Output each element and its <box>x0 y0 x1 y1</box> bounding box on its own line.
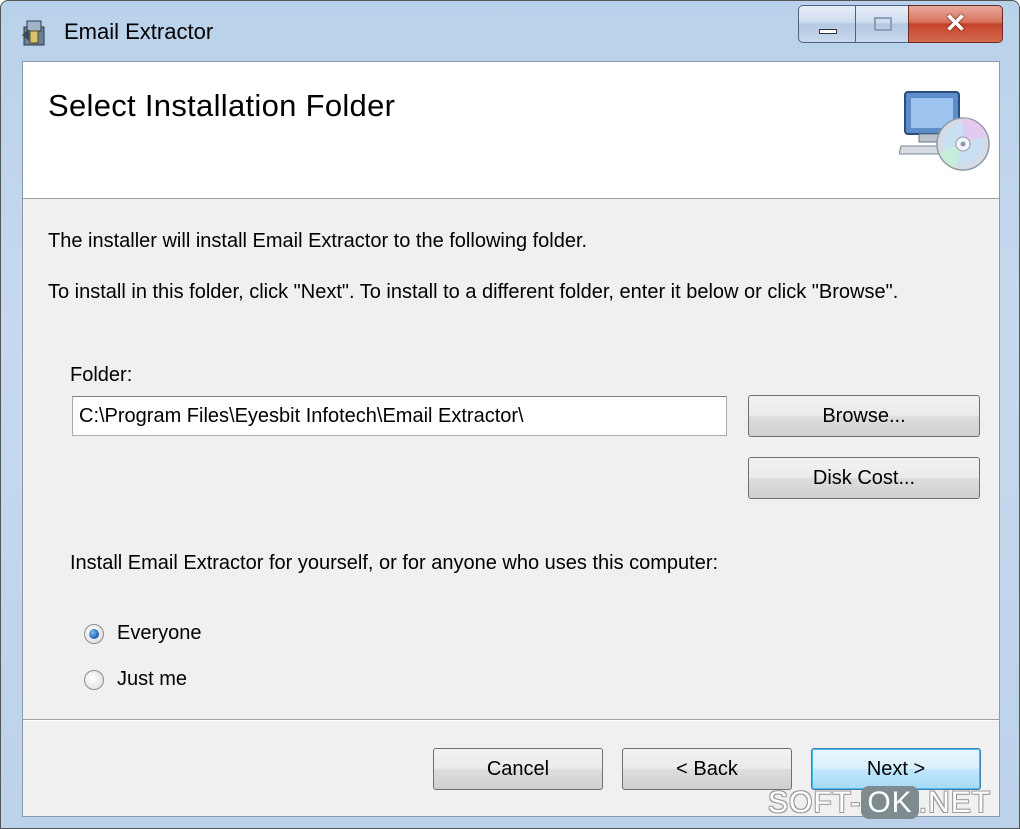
computer-cd-icon <box>899 91 990 171</box>
installer-window: Email Extractor ✕ Select Installation Fo… <box>0 0 1020 829</box>
watermark-suffix: .NET <box>918 786 992 819</box>
browse-button[interactable]: Browse... <box>748 395 980 437</box>
install-scope-text: Install Email Extractor for yourself, or… <box>70 552 719 574</box>
title-bar[interactable]: Email Extractor ✕ <box>1 1 1019 61</box>
minimize-icon <box>819 29 837 34</box>
maximize-button[interactable] <box>855 5 909 43</box>
radio-button-unselected[interactable] <box>84 670 104 690</box>
watermark: SOFT- OK .NET <box>768 786 991 820</box>
disk-cost-button[interactable]: Disk Cost... <box>748 457 980 499</box>
next-button[interactable]: Next > <box>811 748 981 790</box>
radio-selected-dot <box>89 629 99 639</box>
folder-path-input[interactable] <box>72 396 727 436</box>
cancel-button[interactable]: Cancel <box>433 748 603 790</box>
radio-just-me-label[interactable]: Just me <box>117 668 187 691</box>
radio-button-selected[interactable] <box>84 624 104 644</box>
install-instruction-text: To install in this folder, click "Next".… <box>48 281 899 303</box>
back-button[interactable]: < Back <box>622 748 792 790</box>
maximize-icon <box>874 17 892 31</box>
dialog-header: Select Installation Folder <box>23 62 999 199</box>
watermark-prefix: SOFT- <box>768 786 862 819</box>
folder-label: Folder: <box>70 364 133 386</box>
install-location-text: The installer will install Email Extract… <box>48 230 588 252</box>
window-title: Email Extractor <box>64 19 214 44</box>
radio-everyone-label[interactable]: Everyone <box>117 622 202 645</box>
footer-separator <box>23 719 999 721</box>
close-button[interactable]: ✕ <box>908 5 1003 43</box>
installer-app-icon <box>22 20 45 46</box>
watermark-ok: OK <box>861 786 919 819</box>
dialog-client-area: Select Installation Folder The installer… <box>22 61 1000 817</box>
minimize-button[interactable] <box>798 5 856 43</box>
close-icon: ✕ <box>944 8 967 38</box>
page-title: Select Installation Folder <box>48 88 396 123</box>
